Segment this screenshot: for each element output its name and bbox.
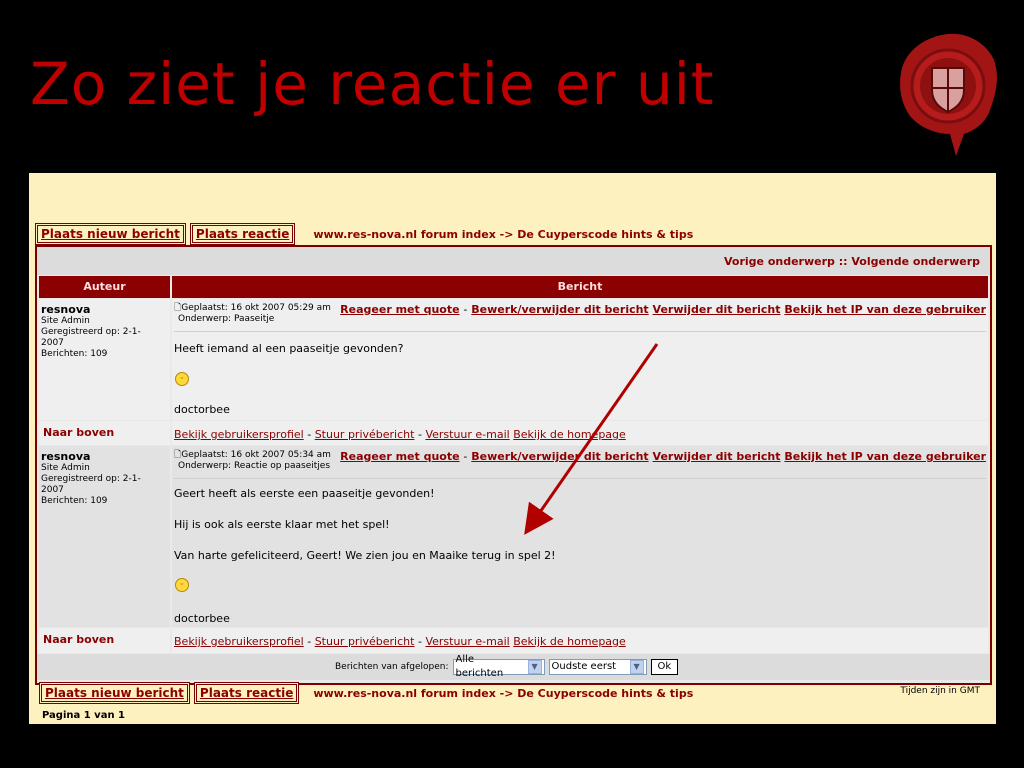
annotation-arrow-icon	[524, 343, 659, 535]
wax-seal-icon	[900, 33, 997, 156]
slide-title: Zo ziet je reactie er uit	[30, 50, 715, 118]
forum-screenshot: Plaats nieuw bericht Plaats reactie www.…	[29, 173, 996, 724]
